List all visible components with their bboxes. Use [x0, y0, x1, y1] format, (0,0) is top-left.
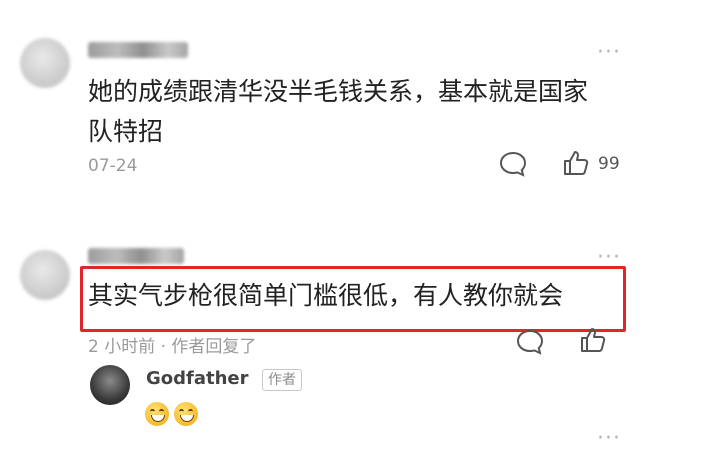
- comment-text: 她的成绩跟清华没半毛钱关系，基本就是国家 队特招: [88, 72, 648, 152]
- comment-text: 其实气步枪很简单门槛很低，有人教你就会: [88, 281, 564, 310]
- username-blurred[interactable]: [88, 42, 188, 58]
- like-count: 99: [598, 154, 620, 174]
- comment-icon[interactable]: [515, 328, 545, 356]
- grin-emoji-icon: [145, 402, 169, 426]
- like-icon[interactable]: [578, 325, 608, 355]
- more-icon[interactable]: ···: [597, 428, 621, 450]
- avatar[interactable]: [20, 250, 70, 300]
- grin-emoji-icon: [174, 402, 199, 426]
- comment-meta: 2 小时前 · 作者回复了: [88, 337, 257, 357]
- reply-username[interactable]: Godfather: [146, 368, 249, 389]
- more-icon[interactable]: ···: [597, 42, 621, 64]
- comment-date: 07-24: [88, 156, 138, 176]
- reply-avatar[interactable]: [90, 365, 130, 405]
- reply-emojis: [145, 402, 199, 430]
- username-blurred[interactable]: [88, 248, 184, 264]
- author-badge: 作者: [262, 369, 302, 391]
- like-icon[interactable]: [561, 148, 591, 178]
- comment-icon[interactable]: [498, 150, 528, 178]
- comment-line: 队特招: [88, 117, 164, 146]
- avatar[interactable]: [20, 38, 70, 88]
- comment-line: 她的成绩跟清华没半毛钱关系，基本就是国家: [88, 77, 589, 106]
